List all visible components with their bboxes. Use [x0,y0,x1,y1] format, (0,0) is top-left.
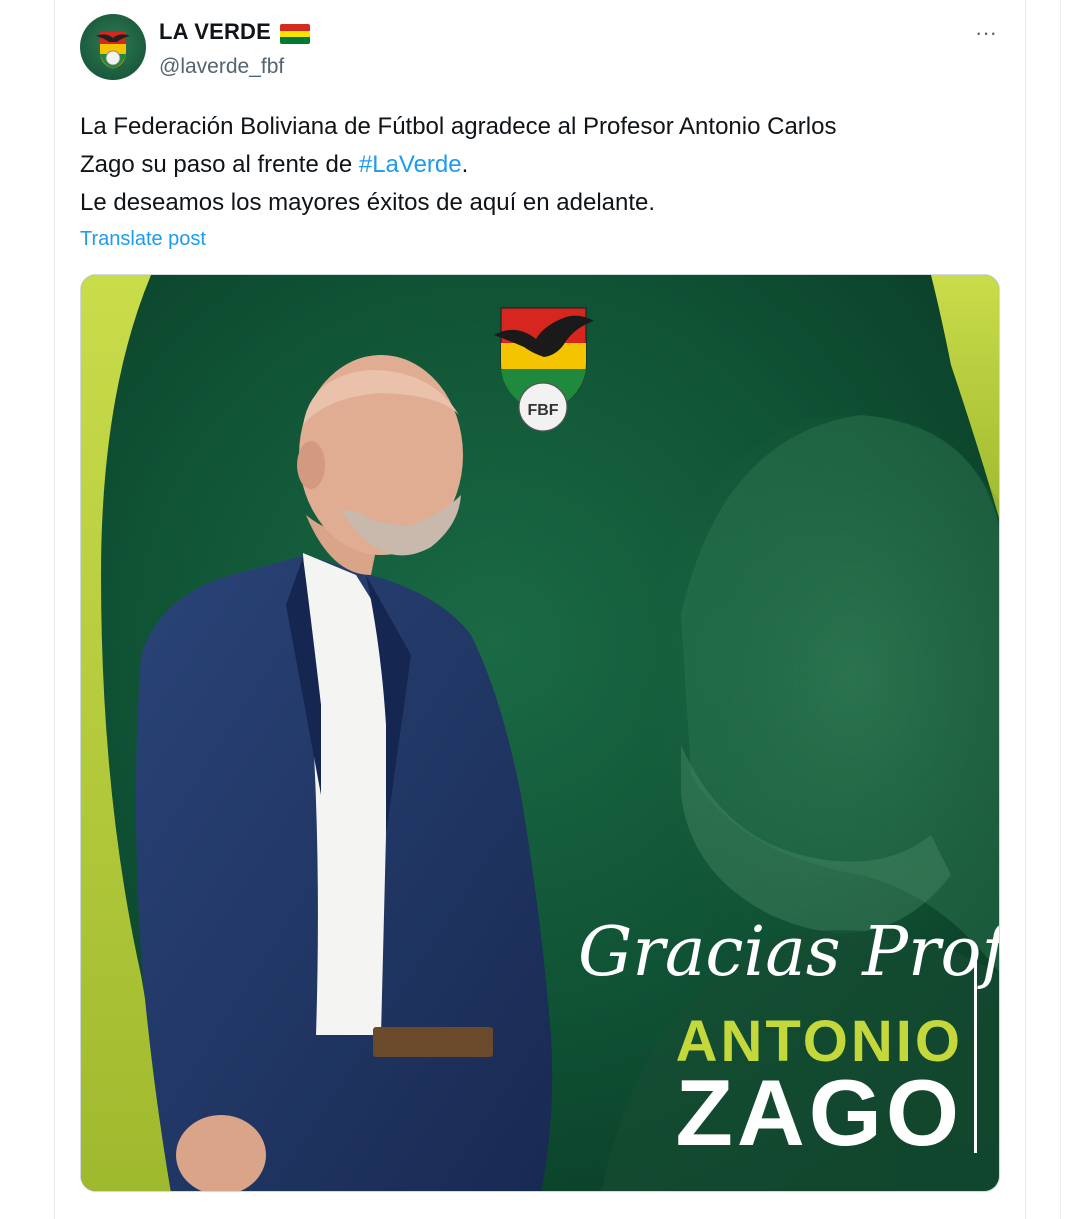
user-handle[interactable]: @laverde_fbf [159,55,284,79]
crest-letters: FBF [527,402,558,419]
post-text-line-3: Le deseamos los mayores éxitos de aquí e… [80,189,656,216]
bolivia-flag-icon [280,24,310,44]
hashtag-link[interactable]: #LaVerde [359,151,462,178]
post-text-line-2-start: Zago su paso al frente de [80,151,359,178]
post-text-line-2-end: . [461,151,469,178]
translate-post-link[interactable]: Translate post [80,228,206,251]
post-text: La Federación Boliviana de Fútbol agrade… [80,108,1010,222]
avatar[interactable] [80,14,146,80]
gracias-profe-text: Gracias Profe [578,913,1000,992]
fbf-crest-icon [96,32,130,69]
post-text-line-1: La Federación Boliviana de Fútbol agrade… [80,113,837,140]
gracias-profe-graphic: FBF Gracias Profe ANTONIO ZAGO [81,275,1000,1191]
post-image[interactable]: FBF Gracias Profe ANTONIO ZAGO [80,274,1000,1192]
column-divider [1060,0,1061,1219]
post-text-line-2: Zago su paso al frente de #LaVerde. [80,146,1010,184]
last-name-text: ZAGO [675,1060,963,1165]
more-options-button[interactable]: ··· [966,18,1006,48]
display-name[interactable]: LA VERDE [159,19,271,45]
more-icon: ··· [975,20,997,45]
name-divider-line [974,945,977,1153]
